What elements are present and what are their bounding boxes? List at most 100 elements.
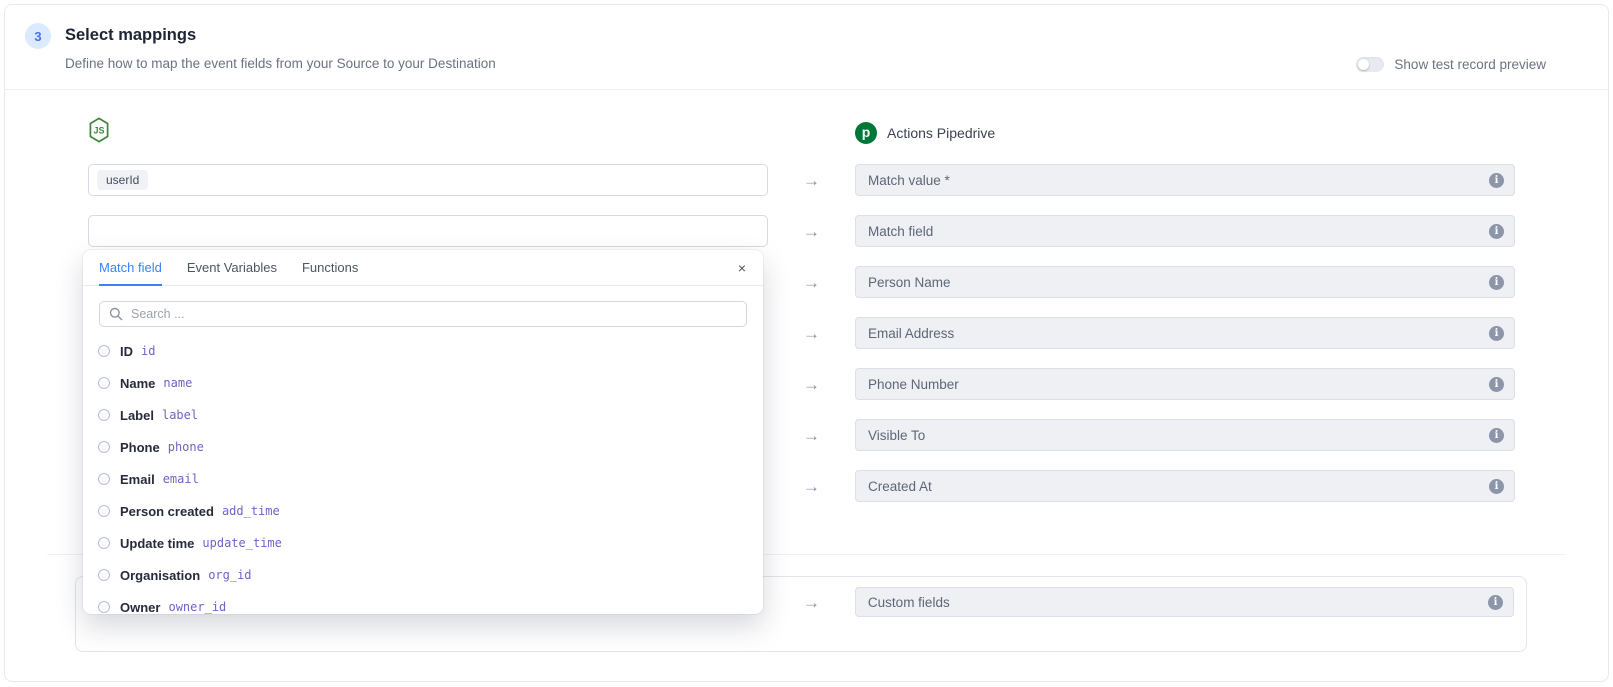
show-test-record-preview-toggle[interactable]: Show test record preview (1356, 57, 1546, 72)
destination-field-label: Match value * (868, 173, 950, 188)
select-mappings-panel: 3 Select mappings Define how to map the … (4, 4, 1609, 682)
mappings-section: JS p Actions Pipedrive userId (47, 90, 1566, 555)
option-label: Name (120, 376, 155, 391)
dropdown-search (99, 301, 747, 327)
option-phone[interactable]: Phone phone (83, 431, 763, 463)
option-code: owner_id (168, 600, 226, 614)
destination-field-label: Phone Number (868, 377, 959, 392)
option-label: Update time (120, 536, 194, 551)
option-code: add_time (222, 504, 280, 518)
svg-text:JS: JS (93, 126, 104, 136)
destination-field-label: Match field (868, 224, 933, 239)
info-icon[interactable]: i (1489, 377, 1504, 392)
radio-icon[interactable] (98, 601, 110, 613)
source-mapping-input-1[interactable]: userId (88, 164, 768, 196)
step-number-badge: 3 (25, 23, 51, 49)
option-code: name (163, 376, 192, 390)
arrow-right-icon: → (803, 223, 820, 240)
destination-field-label: Created At (868, 479, 932, 494)
option-label-field[interactable]: Label label (83, 399, 763, 431)
tab-functions[interactable]: Functions (302, 250, 358, 286)
tab-event-variables[interactable]: Event Variables (187, 250, 277, 286)
option-code: email (163, 472, 199, 486)
option-email[interactable]: Email email (83, 463, 763, 495)
option-organisation[interactable]: Organisation org_id (83, 559, 763, 591)
arrow-right-icon: → (803, 376, 820, 393)
destination-field-visible-to[interactable]: Visible To i (855, 419, 1515, 451)
option-label: Label (120, 408, 154, 423)
destination-field-label: Person Name (868, 275, 951, 290)
destination-field-label: Visible To (868, 428, 925, 443)
platform-icons-row: JS p Actions Pipedrive (88, 119, 1566, 146)
option-code: label (162, 408, 198, 422)
page-subtitle: Define how to map the event fields from … (65, 56, 496, 71)
arrow-right-icon: → (803, 325, 820, 342)
arrow-right-icon: → (803, 478, 820, 495)
radio-icon[interactable] (98, 473, 110, 485)
info-icon[interactable]: i (1489, 173, 1504, 188)
option-label: Owner (120, 600, 160, 615)
option-code: update_time (202, 536, 281, 550)
destination-field-match-field[interactable]: Match field i (855, 215, 1515, 247)
info-icon[interactable]: i (1489, 275, 1504, 290)
close-icon[interactable]: × (738, 261, 746, 275)
mapping-area: JS p Actions Pipedrive userId (5, 90, 1608, 652)
option-label: ID (120, 344, 133, 359)
source-mapping-input-2[interactable] (88, 215, 768, 247)
mapping-row: userId → Match value * i (88, 164, 1566, 196)
header: 3 Select mappings Define how to map the … (5, 5, 1608, 90)
radio-icon[interactable] (98, 345, 110, 357)
destination-field-email-address[interactable]: Email Address i (855, 317, 1515, 349)
source-platform-header: JS (88, 117, 768, 148)
info-icon[interactable]: i (1489, 326, 1504, 341)
toggle-label: Show test record preview (1394, 57, 1546, 72)
option-name[interactable]: Name name (83, 367, 763, 399)
dropdown-option-list: ID id Name name Label label (83, 335, 763, 614)
mapping-row: → Match field i (88, 215, 1566, 247)
destination-field-phone-number[interactable]: Phone Number i (855, 368, 1515, 400)
option-label: Organisation (120, 568, 200, 583)
variable-chip[interactable]: userId (97, 170, 148, 190)
radio-icon[interactable] (98, 537, 110, 549)
option-person-created[interactable]: Person created add_time (83, 495, 763, 527)
option-code: phone (168, 440, 204, 454)
destination-field-created-at[interactable]: Created At i (855, 470, 1515, 502)
destination-platform-header: p Actions Pipedrive (855, 122, 1515, 144)
dropdown-tabs: Match field Event Variables Functions × (83, 250, 763, 286)
radio-icon[interactable] (98, 409, 110, 421)
option-label: Phone (120, 440, 160, 455)
toggle-knob-icon (1358, 59, 1369, 70)
option-id[interactable]: ID id (83, 335, 763, 367)
destination-field-match-value[interactable]: Match value * i (855, 164, 1515, 196)
info-icon[interactable]: i (1489, 479, 1504, 494)
destination-title: Actions Pipedrive (887, 125, 995, 141)
tab-match-field[interactable]: Match field (99, 250, 162, 286)
field-picker-dropdown: Match field Event Variables Functions × (83, 250, 763, 614)
destination-field-custom-fields[interactable]: Custom fields i (855, 587, 1514, 617)
destination-field-person-name[interactable]: Person Name i (855, 266, 1515, 298)
arrow-right-icon: → (803, 172, 820, 189)
option-update-time[interactable]: Update time update_time (83, 527, 763, 559)
option-label: Person created (120, 504, 214, 519)
destination-field-label: Email Address (868, 326, 954, 341)
radio-icon[interactable] (98, 441, 110, 453)
option-code: id (141, 344, 155, 358)
option-owner[interactable]: Owner owner_id (83, 591, 763, 614)
info-icon[interactable]: i (1488, 595, 1503, 610)
search-icon (109, 307, 123, 321)
radio-icon[interactable] (98, 569, 110, 581)
radio-icon[interactable] (98, 377, 110, 389)
page-title: Select mappings (65, 26, 196, 45)
option-label: Email (120, 472, 155, 487)
destination-field-label: Custom fields (868, 595, 950, 610)
arrow-right-icon: → (803, 594, 820, 611)
arrow-right-icon: → (803, 427, 820, 444)
info-icon[interactable]: i (1489, 224, 1504, 239)
search-input[interactable] (99, 301, 747, 327)
nodejs-icon: JS (88, 130, 110, 147)
info-icon[interactable]: i (1489, 428, 1504, 443)
option-code: org_id (208, 568, 251, 582)
toggle-track-icon[interactable] (1356, 57, 1384, 72)
arrow-right-icon: → (803, 274, 820, 291)
radio-icon[interactable] (98, 505, 110, 517)
